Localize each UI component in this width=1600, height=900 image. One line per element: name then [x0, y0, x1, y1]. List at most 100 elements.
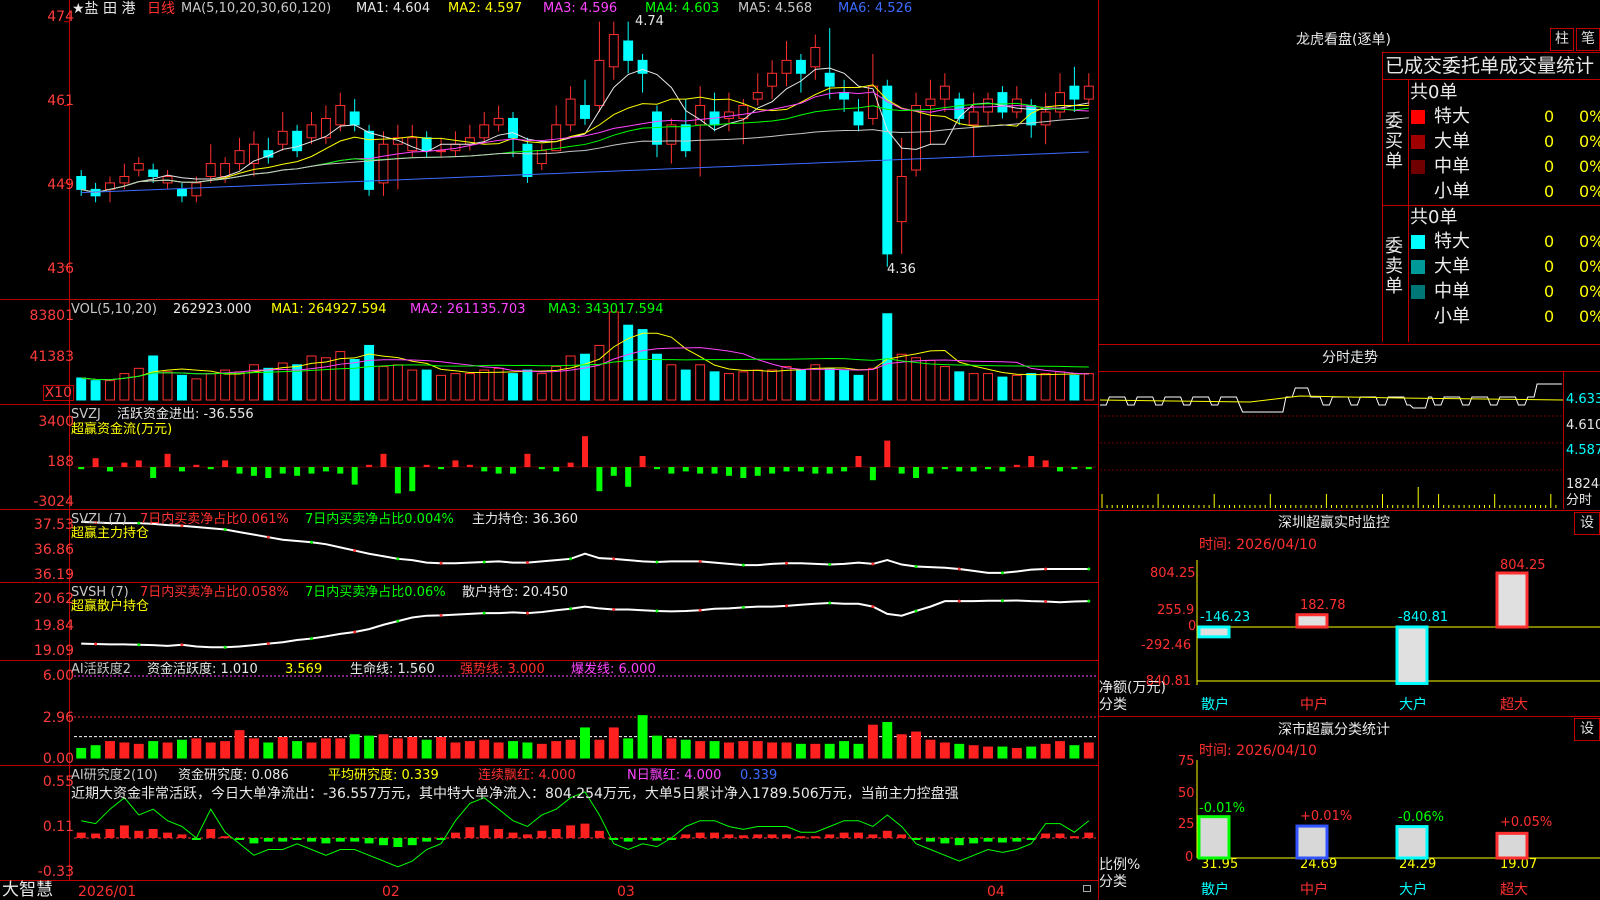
activity-bar [508, 741, 518, 759]
sz-category: 中户 [1300, 697, 1328, 713]
volume-bar [824, 367, 835, 401]
moneyflow-bar [769, 467, 776, 474]
research-bar [479, 825, 489, 838]
bar-mode-button[interactable]: 柱 [1550, 28, 1574, 51]
activity-bar [695, 741, 706, 759]
svzl-line-dot [785, 561, 789, 565]
ai2-axis-label: -0.33 [37, 864, 74, 880]
svsh-line [81, 599, 1089, 649]
buy-name: 特大 [1434, 106, 1470, 127]
stats-header: 已成交委托单成交量统计 [1385, 55, 1595, 77]
volume-bar [378, 366, 389, 401]
ai2-text3: 连续飘红: 4.000 [478, 768, 576, 783]
activity-bar [723, 742, 734, 759]
sz-title: 深圳超赢实时监控 [1278, 515, 1390, 531]
high-price-label: 4.74 [635, 14, 664, 29]
activity-bar [983, 746, 994, 759]
svzj-label: SVZJ [71, 407, 101, 422]
moneyflow-bar [653, 467, 660, 470]
candle-body [767, 72, 778, 87]
buy-percent: 0% [1579, 157, 1600, 176]
volume-bar [997, 376, 1008, 401]
moneyflow-bar [495, 467, 502, 474]
activity-bar [234, 730, 245, 759]
research-bar [350, 838, 360, 842]
candle-body [911, 105, 922, 171]
ss-change: -0.01% [1199, 801, 1245, 816]
activity-bar [364, 735, 375, 759]
tick-mode-button[interactable]: 笔 [1576, 28, 1600, 51]
sz-axis: -292.46 [1141, 638, 1192, 653]
activity-bar [536, 743, 547, 759]
research-bar [422, 838, 432, 842]
candle-body [76, 175, 87, 190]
divider [1098, 371, 1600, 372]
ai1-label: AI活跃度2 [71, 662, 131, 677]
svzl-line-dot [914, 564, 918, 568]
svsh-line-dot [655, 609, 659, 613]
ss-change: +0.01% [1300, 809, 1353, 824]
svzl-line-dot [266, 535, 270, 539]
activity-bar [551, 741, 562, 759]
buy-count: 0 [1544, 107, 1555, 126]
sell-row: 特大 0 0% [1408, 230, 1600, 254]
activity-bar [810, 743, 821, 759]
volume-bar [493, 367, 504, 401]
volume-bar [666, 364, 677, 401]
date-label: 2026/01 [78, 884, 137, 900]
ss-axis: 0 [1185, 850, 1194, 865]
monitor-bar [1295, 613, 1329, 629]
research-bar [1055, 833, 1065, 838]
candle-body [522, 143, 533, 177]
candle-body [925, 98, 936, 107]
candle-body [234, 150, 245, 165]
activity-bar [493, 742, 504, 759]
svzj-name: 超赢资金流(万元) [71, 422, 173, 437]
ai1-text2: 3.569 [285, 662, 323, 677]
sell-count: 0 [1544, 257, 1555, 276]
period-label[interactable]: 日线 [147, 1, 175, 17]
research-bar [508, 832, 518, 838]
ma1-value: MA1: 4.604 [356, 1, 431, 16]
activity-bar [90, 745, 101, 759]
ma6-value: MA6: 4.526 [838, 1, 913, 16]
activity-bar [997, 746, 1008, 759]
volume-bar [637, 329, 648, 401]
volume-bar [911, 357, 922, 401]
volume-bar [695, 364, 706, 401]
activity-bar [1011, 747, 1022, 759]
sell-side-label: 委卖单 [1385, 236, 1403, 297]
candle-body [1083, 85, 1094, 100]
volume-bar [781, 366, 792, 401]
sz-axis: 0 [1188, 619, 1197, 634]
activity-bar [882, 721, 893, 759]
sell-name: 小单 [1434, 306, 1470, 327]
ai2-axis-label: 0.11 [42, 819, 74, 835]
sz-settings-button[interactable]: 设 [1574, 512, 1600, 535]
candle-body [119, 175, 130, 184]
activity-bar [911, 731, 922, 759]
monitor-bar [1495, 571, 1529, 629]
svsh-name: 超赢散户持仓 [71, 599, 150, 614]
moneyflow-bar [265, 467, 272, 478]
candle-body [810, 46, 821, 68]
volume-bar [925, 359, 936, 401]
candle-body [220, 163, 231, 177]
moneyflow-bar [121, 462, 128, 467]
svzl-line-dot [828, 563, 832, 567]
ss-settings-button[interactable]: 设 [1574, 718, 1600, 741]
moneyflow-bar [337, 467, 344, 474]
brand-logo: 大智慧 [2, 880, 53, 900]
sell-row: 大单 0 0% [1408, 255, 1600, 279]
volume-bar [133, 367, 144, 401]
moneyflow-bar [582, 436, 588, 467]
research-bar [76, 832, 86, 838]
volume-bar [767, 369, 778, 401]
buy-count: 0 [1544, 132, 1555, 151]
activity-bar [450, 742, 461, 759]
moneyflow-bar [135, 460, 142, 467]
kline-chart-canvas[interactable] [0, 0, 1098, 900]
ai2-message: 近期大资金非常活跃，今日大单净流出：-36.557万元，其中特大单净流入：804… [71, 786, 959, 802]
volume-bar [882, 313, 893, 401]
moneyflow-bar [466, 464, 473, 467]
